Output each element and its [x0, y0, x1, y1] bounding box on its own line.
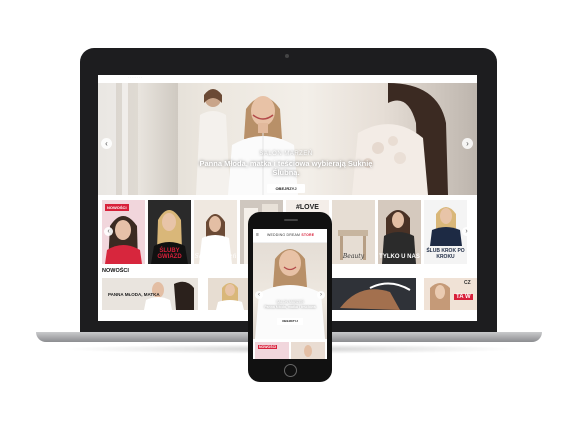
thumbnail-beauty[interactable]: Beauty [332, 200, 375, 264]
phone-watch-button[interactable]: OBEJRZYJ [277, 317, 303, 325]
phone-screen: ≡ WEDDING DREAM STORE SALON MARZEŃ Panna… [253, 229, 327, 359]
thumbnail-step-by-step[interactable]: ŚLUB KROK PO KROKU [424, 200, 467, 264]
news-card[interactable] [330, 278, 416, 310]
chevron-left-icon[interactable]: ‹ [104, 227, 113, 236]
thumbnail-caption: TYLKO U NAS [379, 254, 420, 260]
speaker-icon [284, 219, 298, 221]
news-card-caption: PANNA MŁODA, MATKA [108, 292, 160, 297]
chevron-right-icon[interactable]: › [462, 227, 471, 236]
news-card[interactable]: CZ TA W [424, 278, 477, 310]
camera-icon [285, 54, 289, 58]
thumbnail-caption: Beauty [342, 253, 365, 260]
hamburger-menu-icon[interactable]: ≡ [256, 232, 259, 238]
hero-subtitle: SALON MARZEŃ [259, 151, 313, 157]
hero-slider[interactable]: SALON MARZEŃ Panna Młoda, matka i teścio… [98, 83, 477, 195]
top-navigation: · · · · · · · · [98, 75, 477, 83]
thumbnail-caption: ŚLUBY GWIAZD [157, 248, 182, 260]
news-card[interactable] [208, 278, 252, 310]
thumbnail-celebrity-weddings[interactable]: ŚLUBY GWIAZD [148, 200, 191, 264]
news-card-caption: CZ [464, 280, 471, 286]
phone-thumbnail-tag: NOWOŚCI [258, 345, 278, 349]
chevron-right-icon[interactable]: › [317, 291, 325, 299]
chevron-right-icon[interactable]: › [462, 138, 473, 149]
phone-hero-subtitle: SALON MARZEŃ [276, 300, 304, 304]
thumbnail-caption: Salon marzeń [194, 253, 237, 260]
site-logo[interactable]: WEDDING DREAM STORE [267, 233, 314, 237]
hero-watch-button[interactable]: OBEJRZYJ [267, 184, 305, 193]
phone-hero-caption: SALON MARZEŃ Panna Młoda, matka i teścio… [253, 300, 327, 327]
phone-thumbnail-news[interactable]: NOWOŚCI [255, 342, 289, 359]
chevron-left-icon[interactable]: ‹ [101, 138, 112, 149]
news-card-caption: TA W [454, 294, 473, 300]
phone-header: ≡ WEDDING DREAM STORE [253, 229, 327, 243]
hero-title: Panna Młoda, matka i teściowa wybierają … [199, 159, 373, 177]
thumbnail-tag: #LOVE [296, 204, 319, 211]
section-title: NOWOŚCI [102, 268, 129, 274]
news-card[interactable]: PANNA MŁODA, MATKA [102, 278, 198, 310]
phone-thumbnail[interactable] [291, 342, 325, 359]
thumbnail-exclusive[interactable]: TYLKO U NAS [378, 200, 421, 264]
chevron-left-icon[interactable]: ‹ [255, 291, 263, 299]
nav-links[interactable]: · · · · · · · · [128, 75, 142, 79]
phone-hero-title: Panna Młoda, matka i teściowa [264, 305, 316, 309]
phone-hero[interactable]: SALON MARZEŃ Panna Młoda, matka i teścio… [253, 243, 327, 339]
thumbnail-tag: NOWOŚCI [105, 204, 129, 211]
hero-caption: SALON MARZEŃ Panna Młoda, matka i teścio… [196, 151, 376, 195]
home-button-icon[interactable] [284, 364, 297, 377]
thumbnail-salon[interactable]: Salon marzeń [194, 200, 237, 264]
thumbnail-caption: ŚLUB KROK PO KROKU [426, 248, 465, 260]
